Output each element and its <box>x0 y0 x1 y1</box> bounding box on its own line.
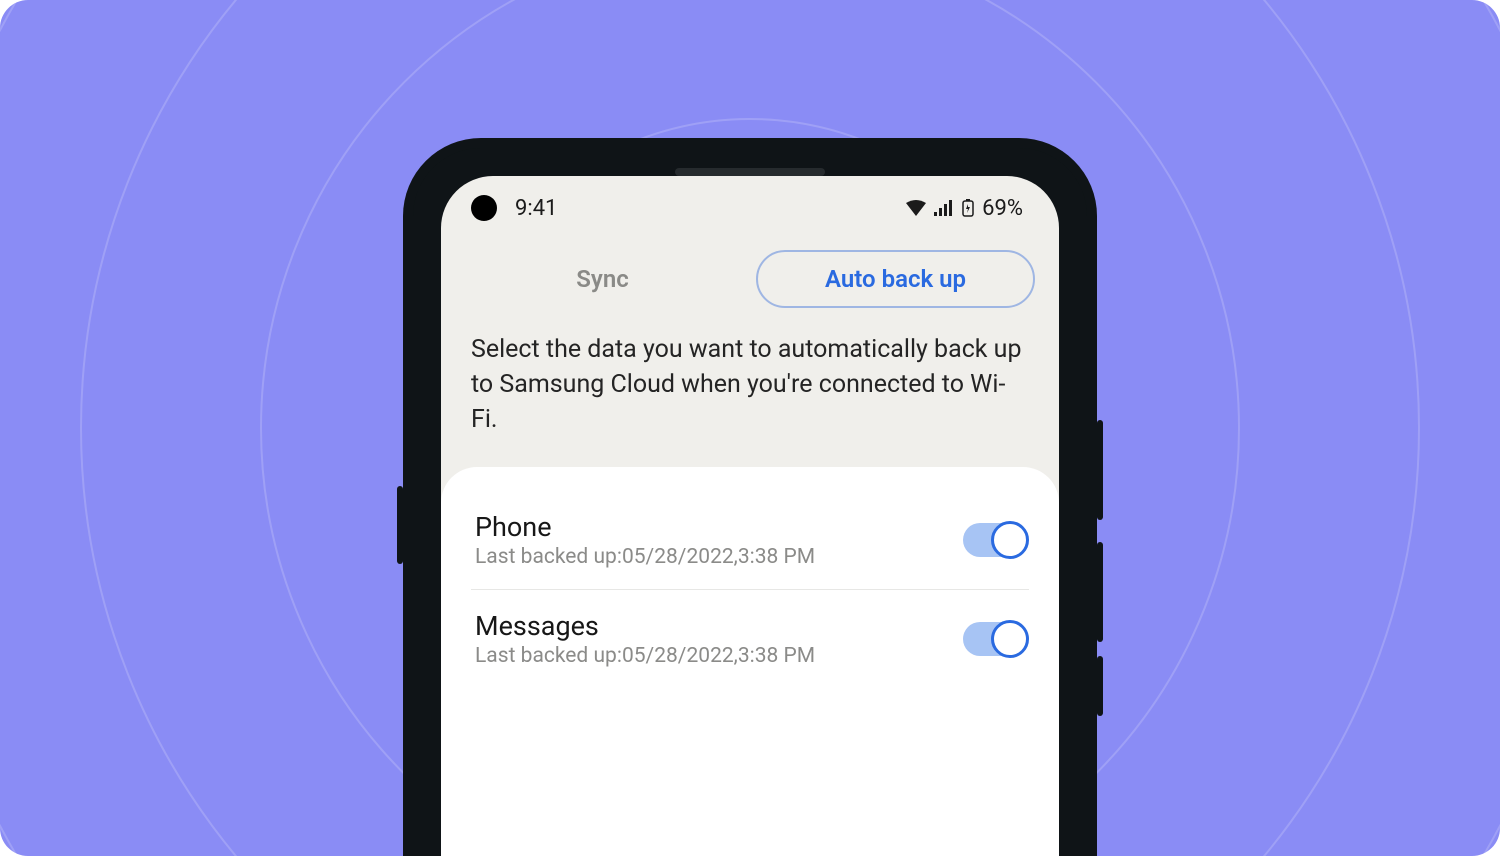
status-bar: 9:41 69% <box>441 176 1059 240</box>
tab-bar: Sync Auto back up <box>441 240 1059 324</box>
speaker-grille <box>675 168 825 176</box>
toggle-messages[interactable] <box>963 622 1025 656</box>
side-button <box>1097 420 1103 520</box>
item-title: Phone <box>475 511 815 543</box>
battery-percent: 69% <box>982 196 1023 221</box>
toggle-knob <box>991 620 1029 658</box>
item-title: Messages <box>475 610 815 642</box>
phone-frame: 9:41 69% Sync Auto back up Select the da… <box>403 138 1097 856</box>
promo-background: 9:41 69% Sync Auto back up Select the da… <box>0 0 1500 856</box>
tab-sync[interactable]: Sync <box>465 250 740 308</box>
backup-list: Phone Last backed up:05/28/2022,3:38 PM … <box>441 467 1059 856</box>
item-subtitle: Last backed up:05/28/2022,3:38 PM <box>475 644 815 668</box>
battery-icon <box>962 199 974 217</box>
status-icons: 69% <box>906 196 1023 221</box>
side-button <box>1097 656 1103 716</box>
phone-screen: 9:41 69% Sync Auto back up Select the da… <box>441 176 1059 856</box>
toggle-knob <box>991 521 1029 559</box>
toggle-phone[interactable] <box>963 523 1025 557</box>
phone-bezel: 9:41 69% Sync Auto back up Select the da… <box>413 148 1087 856</box>
tab-auto-backup[interactable]: Auto back up <box>756 250 1035 308</box>
item-subtitle: Last backed up:05/28/2022,3:38 PM <box>475 545 815 569</box>
side-button <box>397 486 403 564</box>
front-camera <box>471 195 497 221</box>
list-item[interactable]: Messages Last backed up:05/28/2022,3:38 … <box>471 589 1029 688</box>
status-time: 9:41 <box>515 196 557 221</box>
wifi-icon <box>906 200 926 216</box>
list-item[interactable]: Phone Last backed up:05/28/2022,3:38 PM <box>471 491 1029 589</box>
side-button <box>1097 542 1103 642</box>
signal-icon <box>934 200 954 216</box>
section-description: Select the data you want to automaticall… <box>441 324 1059 467</box>
